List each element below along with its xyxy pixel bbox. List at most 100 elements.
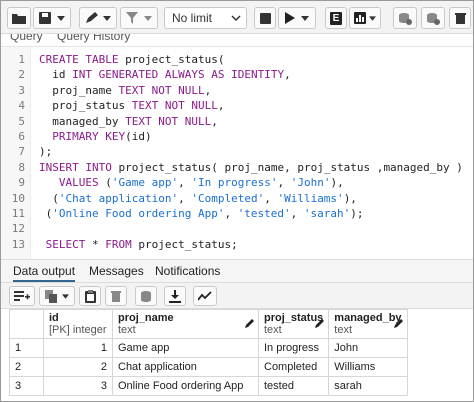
cell-id[interactable]: 2: [43, 357, 113, 377]
cell-proj-name[interactable]: Chat application: [112, 357, 259, 377]
tab-query[interactable]: Query: [10, 34, 43, 43]
line-number: 12: [11, 222, 25, 236]
line-number: 8: [18, 160, 25, 174]
tab-query-history[interactable]: Query History: [57, 34, 130, 43]
cell-proj-status[interactable]: tested: [257, 376, 330, 396]
line-number: 5: [18, 114, 25, 128]
chevron-down-icon: [144, 15, 152, 21]
save-data-button[interactable]: [135, 286, 157, 306]
row-limit-value: No limit: [172, 11, 213, 25]
code-line: proj_status TEXT NOT NULL,: [52, 99, 225, 113]
cell-proj-status[interactable]: Completed: [257, 357, 330, 377]
paste-button[interactable]: [79, 286, 101, 306]
filter-icon: [126, 12, 138, 24]
row-number[interactable]: 1: [9, 338, 44, 358]
code-line: CREATE TABLE project_status(: [39, 53, 225, 66]
line-number: 1: [18, 53, 25, 66]
save-button[interactable]: [33, 7, 71, 29]
line-number: 6: [18, 130, 25, 143]
download-icon: [169, 289, 181, 303]
result-tabs: Data output Messages Notifications: [1, 259, 473, 283]
chevron-down-icon: [301, 15, 309, 21]
cell-proj-status[interactable]: In progress: [257, 338, 330, 358]
line-number: 9: [18, 176, 25, 190]
edit-icon: [86, 12, 98, 23]
tab-messages[interactable]: Messages: [89, 264, 144, 278]
filter-button[interactable]: [120, 7, 158, 29]
stop-button[interactable]: [254, 7, 276, 29]
column-name: managed_by: [334, 312, 402, 324]
table-header-row: id [PK] integer proj_name text proj_stat…: [9, 309, 408, 339]
column-header-id[interactable]: id [PK] integer: [43, 309, 113, 339]
tab-notifications[interactable]: Notifications: [155, 264, 220, 278]
cell-proj-name[interactable]: Online Food ordering App: [112, 376, 259, 396]
table-row[interactable]: 1 1 Game app In progress John: [9, 338, 408, 358]
row-limit-select[interactable]: No limit: [164, 7, 247, 29]
query-tabs: Query Query History: [1, 34, 473, 47]
add-row-icon: [14, 291, 30, 301]
clipboard-icon: [84, 289, 96, 303]
pencil-icon: [393, 319, 403, 328]
edit-button[interactable]: [79, 7, 117, 29]
code-line: INSERT INTO project_status( proj_name, p…: [39, 160, 463, 174]
download-button[interactable]: [164, 286, 186, 306]
more-button[interactable]: [449, 7, 471, 29]
pencil-icon: [315, 319, 325, 328]
stop-icon: [259, 12, 271, 24]
trash-icon: [111, 291, 121, 302]
play-icon: [285, 12, 295, 24]
chevron-down-icon: [231, 15, 241, 22]
column-type: text: [118, 324, 136, 336]
cell-proj-name[interactable]: Game app: [112, 338, 259, 358]
cell-managed-by[interactable]: John: [328, 338, 408, 358]
row-number[interactable]: 2: [9, 357, 44, 377]
cell-managed-by[interactable]: sarah: [328, 376, 408, 396]
line-chart-icon: [198, 291, 212, 301]
code-line: );: [39, 145, 53, 159]
cell-id[interactable]: 3: [43, 376, 113, 396]
chevron-down-icon: [62, 293, 69, 299]
query-tool-window: No limit E Query Query History 1 CREATE …: [0, 0, 474, 402]
save-icon: [39, 12, 51, 24]
graph-visualiser-button[interactable]: [193, 286, 217, 306]
explain-analyze-icon: [354, 12, 366, 24]
explain-analyze-button[interactable]: [349, 7, 381, 29]
result-toolbar: [1, 283, 473, 309]
column-name: proj_name: [118, 312, 174, 324]
cell-id[interactable]: 1: [43, 338, 113, 358]
result-grid: id [PK] integer proj_name text proj_stat…: [1, 309, 473, 401]
sql-editor[interactable]: 1 CREATE TABLE project_status(2 id INT GE…: [1, 47, 473, 259]
folder-icon: [12, 14, 26, 24]
chevron-down-icon: [369, 15, 376, 21]
table-row[interactable]: 2 2 Chat application Completed Williams: [9, 357, 408, 377]
copy-icon: [45, 289, 57, 303]
rollback-button[interactable]: [421, 7, 445, 29]
explain-icon: E: [330, 11, 342, 25]
execute-button[interactable]: [278, 7, 316, 29]
open-file-button[interactable]: [7, 7, 31, 29]
commit-button[interactable]: [393, 7, 417, 29]
code-line: ('Online Food ordering App', 'tested', '…: [39, 207, 364, 220]
code-line: SELECT * FROM project_status;: [45, 237, 238, 251]
trash-icon: [454, 13, 466, 24]
delete-row-button[interactable]: [105, 286, 127, 306]
column-type: text: [334, 324, 353, 336]
query-toolbar: No limit E: [1, 1, 473, 34]
copy-button[interactable]: [39, 286, 75, 306]
explain-button[interactable]: E: [325, 7, 347, 29]
line-number: 4: [18, 99, 25, 113]
column-header-managed-by[interactable]: managed_by text: [328, 309, 408, 339]
line-number: 3: [18, 83, 25, 97]
add-row-button[interactable]: [9, 286, 35, 306]
table-row[interactable]: 3 3 Online Food ordering App tested sara…: [9, 376, 408, 396]
select-all-cell[interactable]: [9, 309, 44, 339]
code-line: managed_by TEXT NOT NULL,: [52, 114, 218, 128]
row-number[interactable]: 3: [9, 376, 44, 396]
column-header-proj-status[interactable]: proj_status text: [257, 309, 330, 339]
line-number: 13: [11, 237, 25, 251]
tab-data-output[interactable]: Data output: [13, 264, 76, 282]
line-number: 2: [18, 68, 25, 82]
chevron-down-icon: [57, 15, 65, 21]
cell-managed-by[interactable]: Williams: [328, 357, 408, 377]
column-header-proj-name[interactable]: proj_name text: [112, 309, 259, 339]
